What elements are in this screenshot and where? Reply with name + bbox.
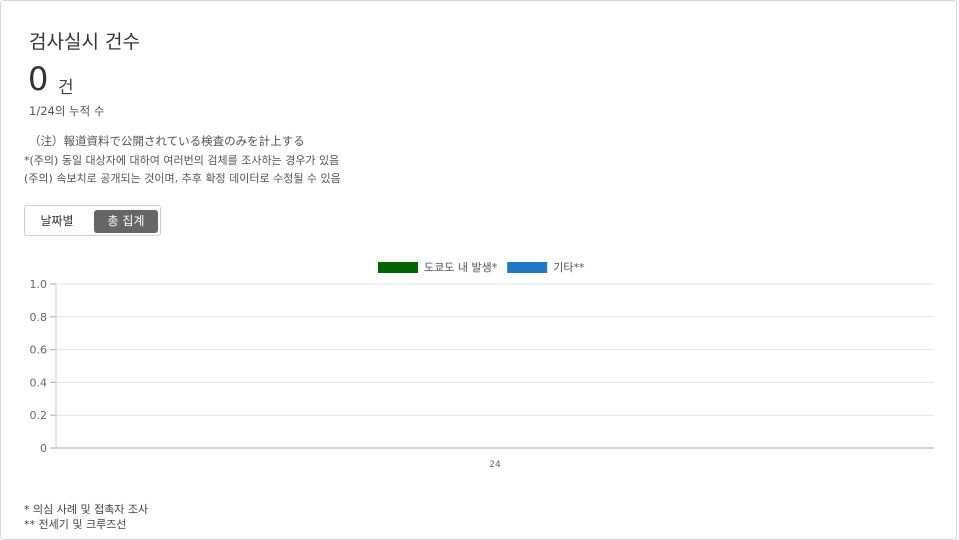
x-tick-label-0: 24 xyxy=(489,460,501,470)
footnote-suspected-cases: * 의심 사례 및 접촉자 조사 xyxy=(24,503,149,516)
chart-grid xyxy=(56,283,934,416)
y-tick-label-1: 0.2 xyxy=(30,409,48,422)
y-tick-label-4: 0.8 xyxy=(30,311,48,324)
legend-label-1[interactable]: 기타** xyxy=(553,261,585,274)
y-tick-label-0: 0 xyxy=(40,442,47,455)
y-tick-label-5: 1.0 xyxy=(30,278,48,291)
legend-swatch-0[interactable] xyxy=(378,262,418,273)
legend-swatch-1[interactable] xyxy=(507,262,548,273)
inspection-bar-chart: 도쿄도 내 발생* 기타** 0 0.2 0.4 0.6 0.8 1.0 24 xyxy=(30,261,934,470)
y-axis: 0 0.2 0.4 0.6 0.8 1.0 xyxy=(30,278,57,455)
legend-label-0[interactable]: 도쿄도 내 발생* xyxy=(424,261,498,274)
inspection-count-card: 검사실시 건수 0 건 1/24의 누적 수 （注）報道資料で公開されている検査… xyxy=(0,0,957,540)
chart-legend: 도쿄도 내 발생* 기타** xyxy=(378,261,585,274)
x-axis: 24 xyxy=(56,447,934,470)
footnote-charter-cruise: ** 전세기 및 크루즈선 xyxy=(24,518,127,531)
y-tick-label-3: 0.6 xyxy=(30,344,48,357)
y-tick-label-2: 0.4 xyxy=(30,376,48,389)
